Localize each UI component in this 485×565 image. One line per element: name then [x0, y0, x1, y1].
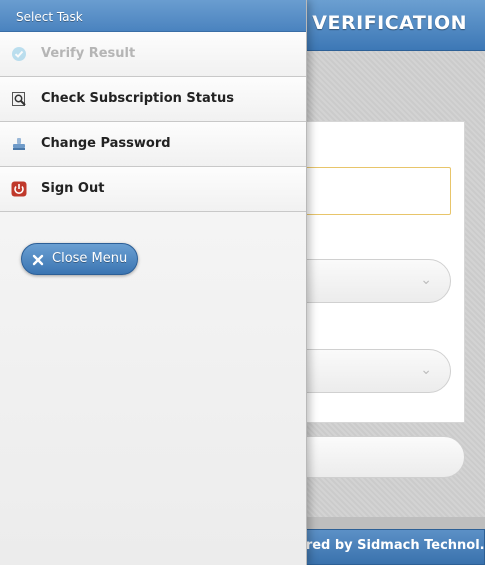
password-stamp-icon — [13, 138, 25, 150]
task-panel: Select Task Verify Result Check Subscrip… — [0, 0, 307, 565]
chevron-down-icon: ⌄ — [420, 272, 432, 288]
magnifier-document-icon — [12, 92, 26, 106]
menu-item-label: Verify Result — [41, 46, 136, 61]
panel-header: Select Task — [0, 0, 306, 32]
menu-item-change-password[interactable]: Change Password — [0, 122, 306, 167]
chevron-down-icon: ⌄ — [420, 362, 432, 378]
menu-item-verify-result[interactable]: Verify Result — [0, 32, 306, 77]
menu-item-label: Sign Out — [41, 181, 105, 196]
menu-item-label: Change Password — [41, 136, 171, 151]
close-menu-label: Close Menu — [52, 251, 128, 266]
power-icon — [11, 181, 27, 197]
close-menu-button[interactable]: Close Menu — [21, 243, 138, 275]
menu-item-check-subscription[interactable]: Check Subscription Status — [0, 77, 306, 122]
close-icon — [32, 254, 44, 266]
check-circle-icon — [12, 47, 26, 61]
menu-item-sign-out[interactable]: Sign Out — [0, 167, 306, 212]
menu-item-label: Check Subscription Status — [41, 91, 234, 106]
